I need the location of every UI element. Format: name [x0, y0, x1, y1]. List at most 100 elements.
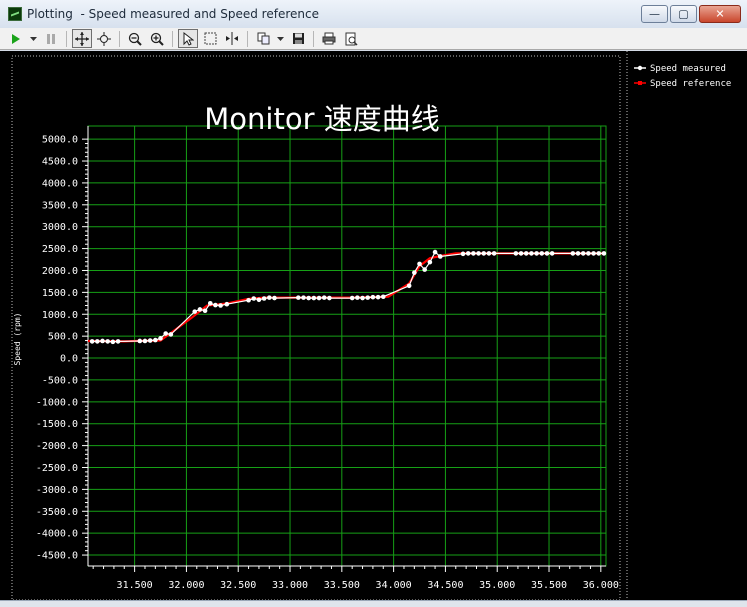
data-point-speed-measured [486, 251, 492, 256]
toolbar-separator [247, 30, 248, 47]
y-tick-label: -2000.0 [36, 441, 78, 452]
title-bar: Plotting - Speed measured and Speed refe… [0, 0, 747, 29]
data-point-speed-measured [100, 338, 105, 344]
data-point-speed-measured [355, 295, 360, 300]
data-point-speed-measured [380, 294, 386, 300]
data-point-speed-measured [147, 338, 153, 343]
y-tick-label: 3000.0 [42, 222, 78, 233]
data-point-speed-measured [529, 251, 534, 256]
data-point-speed-measured [518, 251, 524, 256]
y-tick-label: 2000.0 [42, 266, 78, 277]
data-point-speed-measured [207, 301, 213, 306]
y-tick-label: 1500.0 [42, 288, 78, 299]
zoom-in-icon [150, 32, 164, 46]
data-point-speed-measured [267, 295, 272, 300]
data-point-speed-measured [471, 251, 476, 256]
y-tick-label: 4500.0 [42, 157, 78, 168]
play-dropdown[interactable] [28, 29, 39, 48]
print-icon [322, 32, 336, 45]
select-pointer-button[interactable] [178, 29, 198, 48]
data-point-speed-measured [192, 309, 198, 314]
legend-marker [638, 81, 642, 85]
x-tick-label: 36.000 [583, 580, 619, 591]
data-point-speed-measured [422, 267, 428, 272]
data-point-speed-measured [360, 295, 365, 301]
y-tick-label: -4500.0 [36, 551, 78, 562]
legend-label: Speed measured [650, 64, 726, 74]
data-point-speed-measured [321, 295, 327, 300]
zoom-out-icon [128, 32, 142, 46]
data-point-speed-measured [301, 295, 306, 300]
close-icon: ✕ [715, 7, 725, 21]
y-tick-label: -500.0 [42, 375, 78, 386]
data-point-speed-measured [153, 337, 158, 343]
print-preview-icon [345, 32, 358, 46]
pan-icon [75, 31, 89, 46]
x-tick-label: 32.500 [220, 580, 256, 591]
rectangle-select-button[interactable] [200, 29, 220, 48]
zoom-out-button[interactable] [125, 29, 145, 48]
plot-frame [11, 55, 621, 601]
zoom-fit-button[interactable] [94, 29, 114, 48]
y-tick-label: -1500.0 [36, 419, 78, 430]
data-point-speed-measured [549, 251, 555, 256]
data-point-speed-measured [327, 295, 332, 301]
series-layer [87, 249, 607, 345]
data-point-speed-measured [465, 251, 471, 256]
pan-button[interactable] [72, 29, 92, 48]
data-point-speed-measured [406, 283, 412, 289]
zoom-in-button[interactable] [147, 29, 167, 48]
print-preview-button[interactable] [341, 29, 361, 48]
data-point-speed-measured [570, 251, 576, 256]
data-point-speed-measured [202, 308, 208, 314]
save-button[interactable] [288, 29, 308, 48]
window-controls: — ▢ ✕ [641, 5, 741, 23]
data-point-speed-measured [544, 251, 550, 256]
y-axis-label: Speed (rpm) [13, 313, 22, 366]
data-point-speed-measured [306, 295, 311, 301]
data-point-speed-measured [513, 251, 519, 256]
print-button[interactable] [319, 29, 339, 48]
data-point-speed-measured [432, 249, 438, 255]
maximize-button[interactable]: ▢ [670, 5, 697, 23]
data-point-speed-measured [261, 296, 267, 301]
data-point-speed-measured [437, 254, 443, 259]
data-point-speed-measured [575, 251, 581, 256]
cursor-measure-button[interactable] [222, 29, 242, 48]
x-tick-label: 33.000 [272, 580, 308, 591]
plot-panel: 31.500 32.000 32.500 33.000 33.500 34.000 34.5… [0, 51, 747, 601]
data-point-speed-measured [224, 301, 230, 307]
window-title: Plotting - Speed measured and Speed refe… [27, 7, 319, 21]
y-tick-label: -1000.0 [36, 397, 78, 408]
copy-dropdown[interactable] [275, 29, 286, 48]
copy-button[interactable] [253, 29, 273, 48]
minimize-button[interactable]: — [641, 5, 668, 23]
data-point-speed-measured [476, 251, 481, 256]
x-tick-label: 32.000 [168, 580, 204, 591]
data-point-speed-measured [142, 338, 148, 344]
data-point-speed-measured [137, 338, 143, 344]
speed-chart[interactable]: 31.500 32.000 32.500 33.000 33.500 34.000 34.5… [0, 51, 747, 601]
y-tick-label: 4000.0 [42, 178, 78, 189]
toolbar-separator [119, 30, 120, 47]
y-tick-label: 5000.0 [42, 135, 78, 146]
play-button[interactable] [6, 29, 26, 48]
data-point-speed-measured [534, 251, 539, 256]
rectangle-select-icon [204, 32, 216, 45]
data-point-speed-measured [591, 251, 596, 256]
data-point-speed-measured [596, 251, 602, 256]
data-point-speed-measured [311, 295, 317, 301]
data-point-speed-measured [272, 295, 277, 301]
close-button[interactable]: ✕ [699, 5, 741, 23]
data-point-speed-measured [168, 332, 174, 337]
data-point-speed-measured [105, 339, 110, 344]
y-tick-label: 3500.0 [42, 200, 78, 211]
play-icon [12, 33, 20, 44]
pause-button[interactable] [41, 29, 61, 48]
data-point-speed-measured [481, 251, 487, 256]
save-icon [292, 33, 304, 44]
data-point-speed-measured [213, 302, 218, 308]
data-point-speed-measured [95, 339, 100, 344]
data-point-speed-measured [523, 251, 529, 256]
y-tick-label: -3000.0 [36, 485, 78, 496]
